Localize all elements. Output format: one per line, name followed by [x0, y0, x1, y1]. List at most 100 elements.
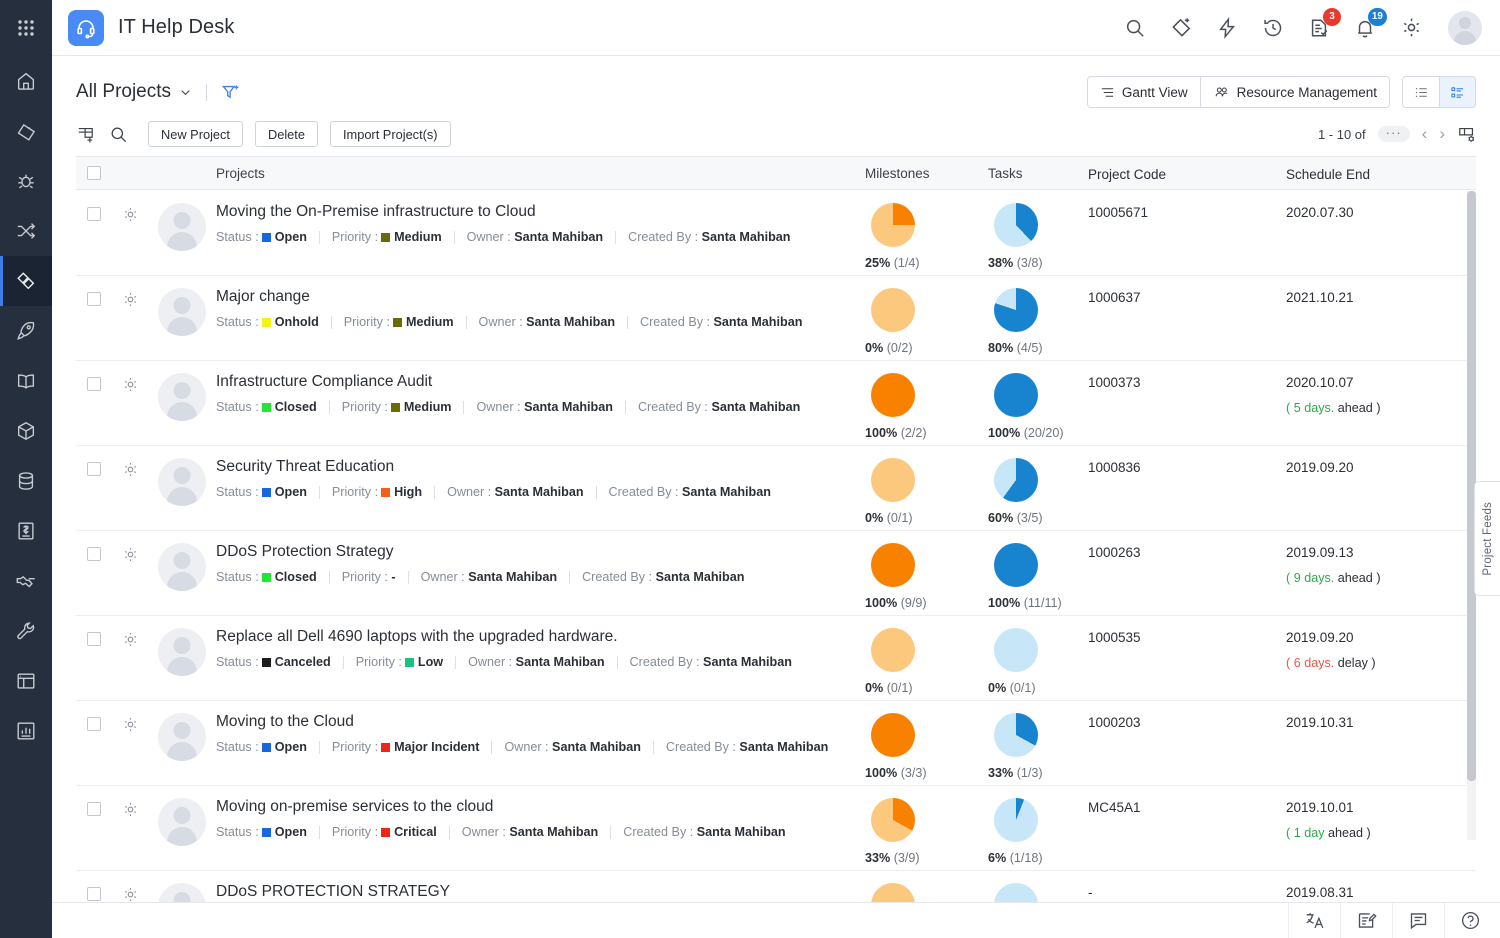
column-header-schedule-end[interactable]: Schedule End: [1286, 165, 1476, 182]
ticket-icon: [15, 120, 37, 142]
sidebar-item-releases[interactable]: [0, 306, 52, 356]
delete-button[interactable]: Delete: [255, 121, 318, 147]
project-title[interactable]: DDoS PROTECTION STRATEGY: [216, 883, 855, 901]
help-icon[interactable]: [1444, 903, 1496, 938]
row-checkbox[interactable]: [87, 377, 101, 391]
project-title[interactable]: Security Threat Education: [216, 458, 855, 476]
prev-page-button[interactable]: ‹: [1422, 124, 1428, 144]
new-project-button[interactable]: New Project: [148, 121, 243, 147]
sidebar-item-cmdb[interactable]: [0, 456, 52, 506]
flash-icon[interactable]: [1214, 15, 1240, 41]
sidebar-item-projects[interactable]: [0, 256, 52, 306]
sidebar-item-knowledge[interactable]: [0, 356, 52, 406]
project-title[interactable]: Major change: [216, 288, 855, 306]
avatar[interactable]: [1448, 11, 1482, 45]
sidebar-item-problems[interactable]: [0, 156, 52, 206]
table-row[interactable]: Moving to the CloudStatus :OpenPriority …: [76, 701, 1476, 786]
status-label: Status :: [216, 825, 259, 839]
created-by-field: Created By : Santa Mahiban: [609, 485, 771, 499]
sidebar-item-contracts[interactable]: [0, 556, 52, 606]
task-pie-chart: [994, 373, 1038, 417]
row-checkbox[interactable]: [87, 802, 101, 816]
resource-management-button[interactable]: Resource Management: [1200, 77, 1389, 107]
table-row[interactable]: Security Threat EducationStatus :OpenPri…: [76, 446, 1476, 531]
sidebar-item-tickets[interactable]: [0, 106, 52, 156]
pagination-more-button[interactable]: ···: [1378, 126, 1410, 142]
gear-icon[interactable]: [122, 716, 139, 733]
column-header-tasks[interactable]: Tasks: [988, 166, 1088, 181]
table-row[interactable]: Moving the On-Premise infrastructure to …: [76, 191, 1476, 276]
sidebar-item-dashboard[interactable]: [0, 656, 52, 706]
row-checkbox[interactable]: [87, 887, 101, 901]
project-code-cell: 1000263: [1088, 543, 1286, 560]
next-page-button[interactable]: ›: [1439, 124, 1445, 144]
project-title[interactable]: DDoS Protection Strategy: [216, 543, 855, 561]
sidebar-item-changes[interactable]: [0, 206, 52, 256]
gear-icon[interactable]: [122, 631, 139, 648]
row-checkbox[interactable]: [87, 207, 101, 221]
import-projects-button[interactable]: Import Project(s): [330, 121, 451, 147]
project-title[interactable]: Moving on-premise services to the cloud: [216, 798, 855, 816]
column-header-milestones[interactable]: Milestones: [865, 166, 988, 181]
select-all-checkbox[interactable]: [87, 166, 101, 180]
history-icon[interactable]: [1260, 15, 1286, 41]
sidebar-item-home[interactable]: [0, 56, 52, 106]
sidebar-item-purchase[interactable]: [0, 506, 52, 556]
list-view-toggle[interactable]: [1403, 77, 1439, 107]
schedule-end-cell: 2021.10.21: [1286, 288, 1476, 305]
project-view-selector[interactable]: All Projects: [76, 81, 192, 103]
gear-icon[interactable]: [122, 206, 139, 223]
table-row[interactable]: Infrastructure Compliance AuditStatus :C…: [76, 361, 1476, 446]
avatar: [158, 628, 206, 676]
row-checkbox[interactable]: [87, 717, 101, 731]
detail-view-toggle[interactable]: [1439, 77, 1475, 107]
project-meta: Status :CanceledPriority :LowOwner : San…: [216, 655, 855, 669]
app-grid-button[interactable]: [0, 0, 52, 56]
edit-note-icon[interactable]: [1340, 903, 1392, 938]
document-check-icon[interactable]: 3: [1306, 15, 1332, 41]
column-header-project-code[interactable]: Project Code: [1088, 165, 1286, 182]
ticket-add-icon[interactable]: [1168, 15, 1194, 41]
translate-icon[interactable]: [1288, 903, 1340, 938]
table-row[interactable]: Major changeStatus :OnholdPriority :Medi…: [76, 276, 1476, 361]
row-checkbox[interactable]: [87, 632, 101, 646]
gear-icon[interactable]: [122, 546, 139, 563]
gear-icon[interactable]: [122, 461, 139, 478]
gear-icon[interactable]: [122, 291, 139, 308]
owner-field: Owner : Santa Mahiban: [479, 315, 615, 329]
row-checkbox[interactable]: [87, 292, 101, 306]
gear-icon[interactable]: [122, 886, 139, 903]
row-checkbox[interactable]: [87, 547, 101, 561]
project-feeds-tab[interactable]: Project Feeds: [1474, 481, 1500, 596]
gear-icon[interactable]: [122, 801, 139, 818]
filter-add-icon[interactable]: [221, 83, 240, 102]
project-title[interactable]: Moving the On-Premise infrastructure to …: [216, 203, 855, 221]
search-input-icon[interactable]: [109, 125, 128, 144]
project-title[interactable]: Replace all Dell 4690 laptops with the u…: [216, 628, 855, 646]
priority-value: Medium: [406, 315, 454, 329]
gear-icon[interactable]: [122, 376, 139, 393]
status-label: Status :: [216, 485, 259, 499]
table-row[interactable]: Moving on-premise services to the cloud S…: [76, 786, 1476, 871]
sidebar-item-setup[interactable]: [0, 606, 52, 656]
gantt-view-button[interactable]: Gantt View: [1088, 77, 1200, 107]
table-add-icon[interactable]: [76, 125, 95, 144]
project-title[interactable]: Moving to the Cloud: [216, 713, 855, 731]
project-title[interactable]: Infrastructure Compliance Audit: [216, 373, 855, 391]
tasks-cell: 6% (1/18): [988, 798, 1088, 865]
column-header-projects[interactable]: Projects: [216, 166, 865, 181]
row-checkbox[interactable]: [87, 462, 101, 476]
column-settings-icon[interactable]: [1457, 125, 1476, 144]
chat-icon[interactable]: [1392, 903, 1444, 938]
owner-label: Owner :: [421, 570, 469, 584]
table-row[interactable]: DDoS Protection StrategyStatus :ClosedPr…: [76, 531, 1476, 616]
bell-icon[interactable]: 19: [1352, 15, 1378, 41]
sidebar-item-assets[interactable]: [0, 406, 52, 456]
owner-field: Owner : Santa Mahiban: [447, 485, 583, 499]
gear-icon[interactable]: [1398, 15, 1424, 41]
search-icon[interactable]: [1122, 15, 1148, 41]
table-row[interactable]: Replace all Dell 4690 laptops with the u…: [76, 616, 1476, 701]
sidebar-item-reports[interactable]: [0, 706, 52, 756]
row-checkbox-cell: [76, 543, 112, 561]
avatar: [158, 713, 206, 761]
